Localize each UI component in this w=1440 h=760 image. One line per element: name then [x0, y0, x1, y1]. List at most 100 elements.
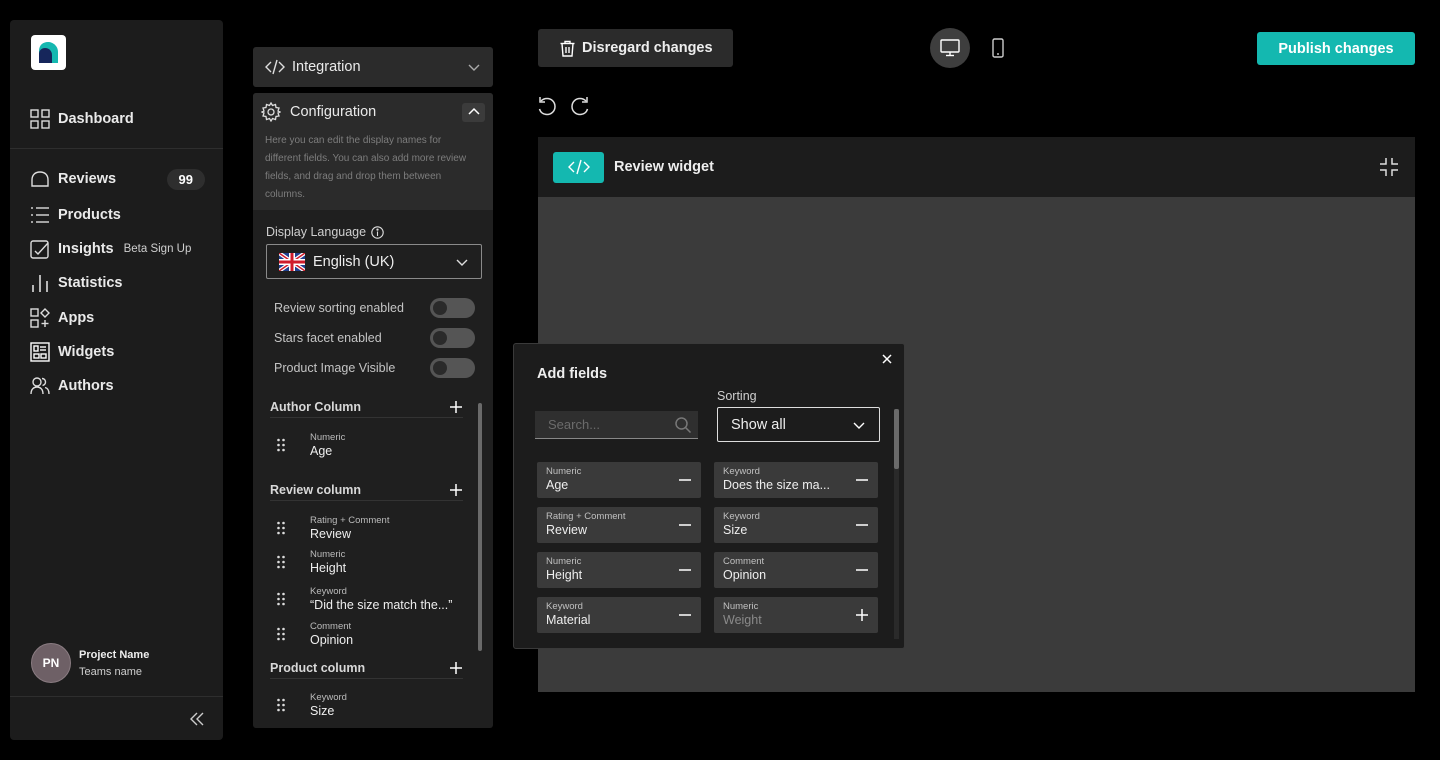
product-image-toggle[interactable] [430, 358, 475, 378]
chip-type: Keyword [723, 466, 760, 477]
field-name: Size [310, 704, 335, 718]
field-item[interactable]: Numeric Age [276, 430, 466, 460]
field-name: Review [310, 527, 351, 541]
toggle-label: Product Image Visible [274, 361, 396, 375]
divider [10, 148, 223, 149]
field-item[interactable]: Keyword “Did the size match the...” [276, 584, 466, 614]
preview-header: Review widget [538, 137, 1415, 197]
collapse-sidebar-icon[interactable] [189, 711, 205, 727]
drag-handle-icon[interactable] [276, 627, 286, 641]
configuration-label: Configuration [290, 104, 377, 120]
integration-label: Integration [292, 59, 361, 75]
drag-handle-icon[interactable] [276, 438, 286, 452]
remove-icon[interactable] [855, 473, 869, 487]
configuration-description: Here you can edit the display names for … [265, 135, 467, 200]
panel-scrollbar[interactable] [478, 403, 482, 651]
add-product-field-icon[interactable] [449, 661, 463, 675]
users-icon [30, 376, 50, 396]
drag-handle-icon[interactable] [276, 592, 286, 606]
collapse-configuration-button[interactable] [462, 102, 485, 122]
drag-handle-icon[interactable] [276, 521, 286, 535]
widget-title: Review widget [614, 159, 714, 175]
configuration-panel: Configuration Here you can edit the disp… [253, 93, 493, 728]
nav-insights[interactable]: Insights Beta Sign Up [30, 236, 205, 262]
chip-name: Material [546, 613, 591, 627]
remove-icon[interactable] [678, 563, 692, 577]
profile[interactable]: PN Project Name Teams name [31, 643, 149, 683]
field-item[interactable]: Keyword Size [276, 690, 466, 720]
display-language-text: Display Language [266, 225, 367, 239]
publish-changes-button[interactable]: Publish changes [1257, 32, 1415, 65]
chip-name: Height [546, 568, 583, 582]
nav-apps[interactable]: Apps [30, 305, 205, 331]
chip-type: Numeric [723, 601, 759, 612]
add-review-field-icon[interactable] [449, 483, 463, 497]
chip-type: Keyword [546, 601, 583, 612]
field-chip[interactable]: Keyword Size [714, 507, 878, 543]
uk-flag-icon [279, 252, 305, 271]
field-chip[interactable]: Keyword Material [537, 597, 701, 633]
modal-scrollbar[interactable] [894, 409, 899, 639]
chip-type: Keyword [723, 511, 760, 522]
nav-dashboard[interactable]: Dashboard [30, 106, 205, 132]
field-chip[interactable]: Rating + Comment Review [537, 507, 701, 543]
remove-icon[interactable] [855, 563, 869, 577]
desktop-view-button[interactable] [930, 28, 970, 68]
review-column-header: Review column [270, 479, 463, 501]
nav-label: Statistics [58, 275, 123, 291]
info-icon[interactable] [371, 225, 384, 239]
column-title: Product column [270, 660, 366, 675]
field-type: Keyword [310, 586, 347, 597]
toggle-label: Stars facet enabled [274, 331, 382, 345]
close-icon[interactable] [881, 353, 893, 365]
field-chip[interactable]: Numeric Height [537, 552, 701, 588]
remove-icon[interactable] [855, 518, 869, 532]
integration-accordion[interactable]: Integration [253, 47, 493, 87]
nav-reviews[interactable]: Reviews 99 [30, 166, 205, 192]
search-icon[interactable] [674, 416, 692, 434]
remove-icon[interactable] [678, 518, 692, 532]
field-chip[interactable]: Numeric Age [537, 462, 701, 498]
field-chip[interactable]: Keyword Does the size ma... [714, 462, 878, 498]
disregard-changes-button[interactable]: Disregard changes [538, 29, 733, 67]
remove-icon[interactable] [678, 473, 692, 487]
display-language-value: English (UK) [313, 253, 395, 270]
stars-facet-toggle[interactable] [430, 328, 475, 348]
insights-icon [30, 239, 50, 259]
field-chip[interactable]: Comment Opinion [714, 552, 878, 588]
chevron-down-icon [852, 418, 866, 432]
redo-icon[interactable] [570, 96, 590, 116]
field-item[interactable]: Comment Opinion [276, 619, 466, 649]
chip-name: Opinion [723, 568, 767, 582]
drag-handle-icon[interactable] [276, 555, 286, 569]
drag-handle-icon[interactable] [276, 698, 286, 712]
reviews-count-badge: 99 [166, 168, 205, 190]
exit-fullscreen-icon[interactable] [1379, 157, 1399, 177]
add-fields-modal: Add fields Sorting Show all Numeric Age … [513, 343, 905, 649]
nav-authors[interactable]: Authors [30, 373, 205, 399]
nav-products[interactable]: Products [30, 202, 205, 228]
field-item[interactable]: Rating + Comment Review [276, 513, 466, 543]
mobile-view-button[interactable] [988, 38, 1008, 58]
search-input[interactable] [548, 417, 668, 432]
display-language-select[interactable]: English (UK) [266, 244, 482, 279]
add-author-field-icon[interactable] [449, 400, 463, 414]
chip-name: Age [546, 478, 569, 492]
beta-signup-tag[interactable]: Beta Sign Up [124, 243, 192, 255]
remove-icon[interactable] [678, 608, 692, 622]
app-logo[interactable] [31, 35, 66, 70]
field-chip[interactable]: Numeric Weight [714, 597, 878, 633]
sorting-select[interactable]: Show all [717, 407, 880, 442]
configuration-header: Configuration Here you can edit the disp… [253, 93, 493, 210]
add-icon[interactable] [855, 608, 869, 622]
review-sorting-toggle[interactable] [430, 298, 475, 318]
field-item[interactable]: Numeric Height [276, 547, 466, 577]
nav-widgets[interactable]: Widgets [30, 339, 205, 365]
field-type: Numeric [310, 549, 346, 560]
undo-icon[interactable] [537, 96, 557, 116]
chip-name: Weight [723, 613, 762, 627]
field-name: “Did the size match the...” [310, 598, 453, 612]
scrollbar-thumb[interactable] [894, 409, 899, 469]
nav-statistics[interactable]: Statistics [30, 270, 205, 296]
bar-chart-icon [30, 273, 50, 293]
